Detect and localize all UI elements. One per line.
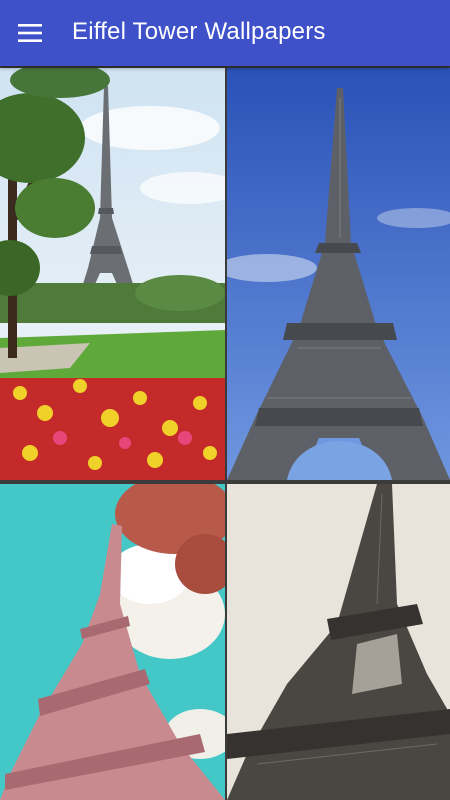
wallpaper-thumbnail-blue-sky[interactable] — [227, 68, 450, 480]
wallpaper-thumbnail-sepia[interactable] — [227, 484, 450, 800]
wallpaper-thumbnail-garden[interactable] — [0, 68, 225, 480]
hamburger-menu-icon — [18, 24, 42, 42]
app-bar: Eiffel Tower Wallpapers — [0, 0, 450, 66]
wallpaper-grid — [0, 68, 450, 800]
wallpaper-thumbnail-pink[interactable] — [0, 484, 225, 800]
eiffel-sepia-image — [227, 484, 450, 800]
eiffel-pink-image — [0, 484, 225, 800]
app-title: Eiffel Tower Wallpapers — [72, 18, 326, 45]
eiffel-blue-sky-image — [227, 68, 450, 480]
eiffel-garden-image — [0, 68, 225, 480]
menu-button[interactable] — [10, 13, 50, 53]
